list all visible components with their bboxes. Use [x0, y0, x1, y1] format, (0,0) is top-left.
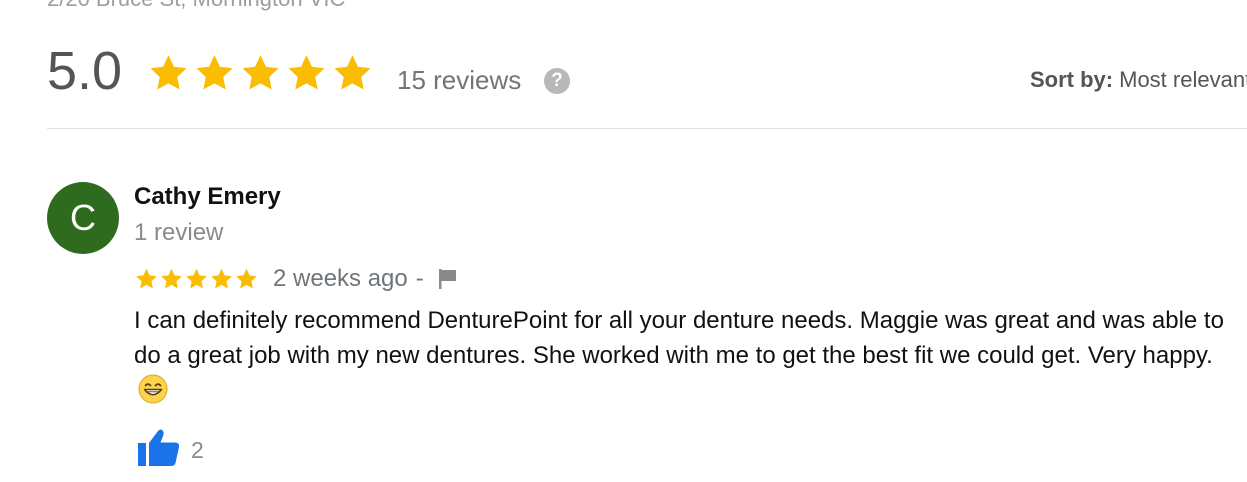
star-icon: [236, 268, 257, 289]
review-rating-stars: [134, 267, 259, 291]
meta-separator: -: [415, 265, 424, 292]
flag-icon[interactable]: [438, 268, 458, 290]
rating-summary: 5.0 15 reviews ? Sort by: Most relevant: [0, 40, 1247, 110]
average-rating: 5.0: [47, 41, 123, 101]
reviewer-name[interactable]: Cathy Emery: [134, 183, 281, 211]
review-body: I can definitely recommend DenturePoint …: [134, 303, 1244, 408]
star-icon: [150, 55, 187, 90]
sort-dropdown[interactable]: Sort by: Most relevant: [1030, 67, 1247, 93]
reviewer-review-count: 1 review: [134, 219, 224, 246]
reviewer-avatar[interactable]: C: [47, 182, 119, 254]
star-icon: [196, 55, 233, 90]
star-icon: [334, 55, 371, 90]
review-text: I can definitely recommend DenturePoint …: [134, 307, 1224, 369]
sort-label: Sort by:: [1030, 67, 1114, 92]
divider: [47, 128, 1247, 129]
star-icon: [161, 268, 182, 289]
place-address: 2/20 Bruce St, Mornington VIC: [47, 0, 345, 12]
total-review-count[interactable]: 15 reviews: [397, 65, 521, 96]
star-icon: [288, 55, 325, 90]
star-icon: [211, 268, 232, 289]
star-icon: [186, 268, 207, 289]
sort-value[interactable]: Most relevant: [1119, 67, 1247, 92]
star-icon: [242, 55, 279, 90]
review-timestamp: 2 weeks ago: [273, 265, 408, 292]
review-meta: 2 weeks ago -: [134, 264, 458, 294]
thumbs-up-icon[interactable]: [137, 428, 181, 468]
average-rating-stars: [146, 52, 375, 94]
like-count: 2: [191, 437, 204, 463]
help-circle-icon[interactable]: ?: [544, 68, 570, 94]
star-icon: [136, 268, 157, 289]
grinning-face-emoji: [138, 374, 168, 404]
